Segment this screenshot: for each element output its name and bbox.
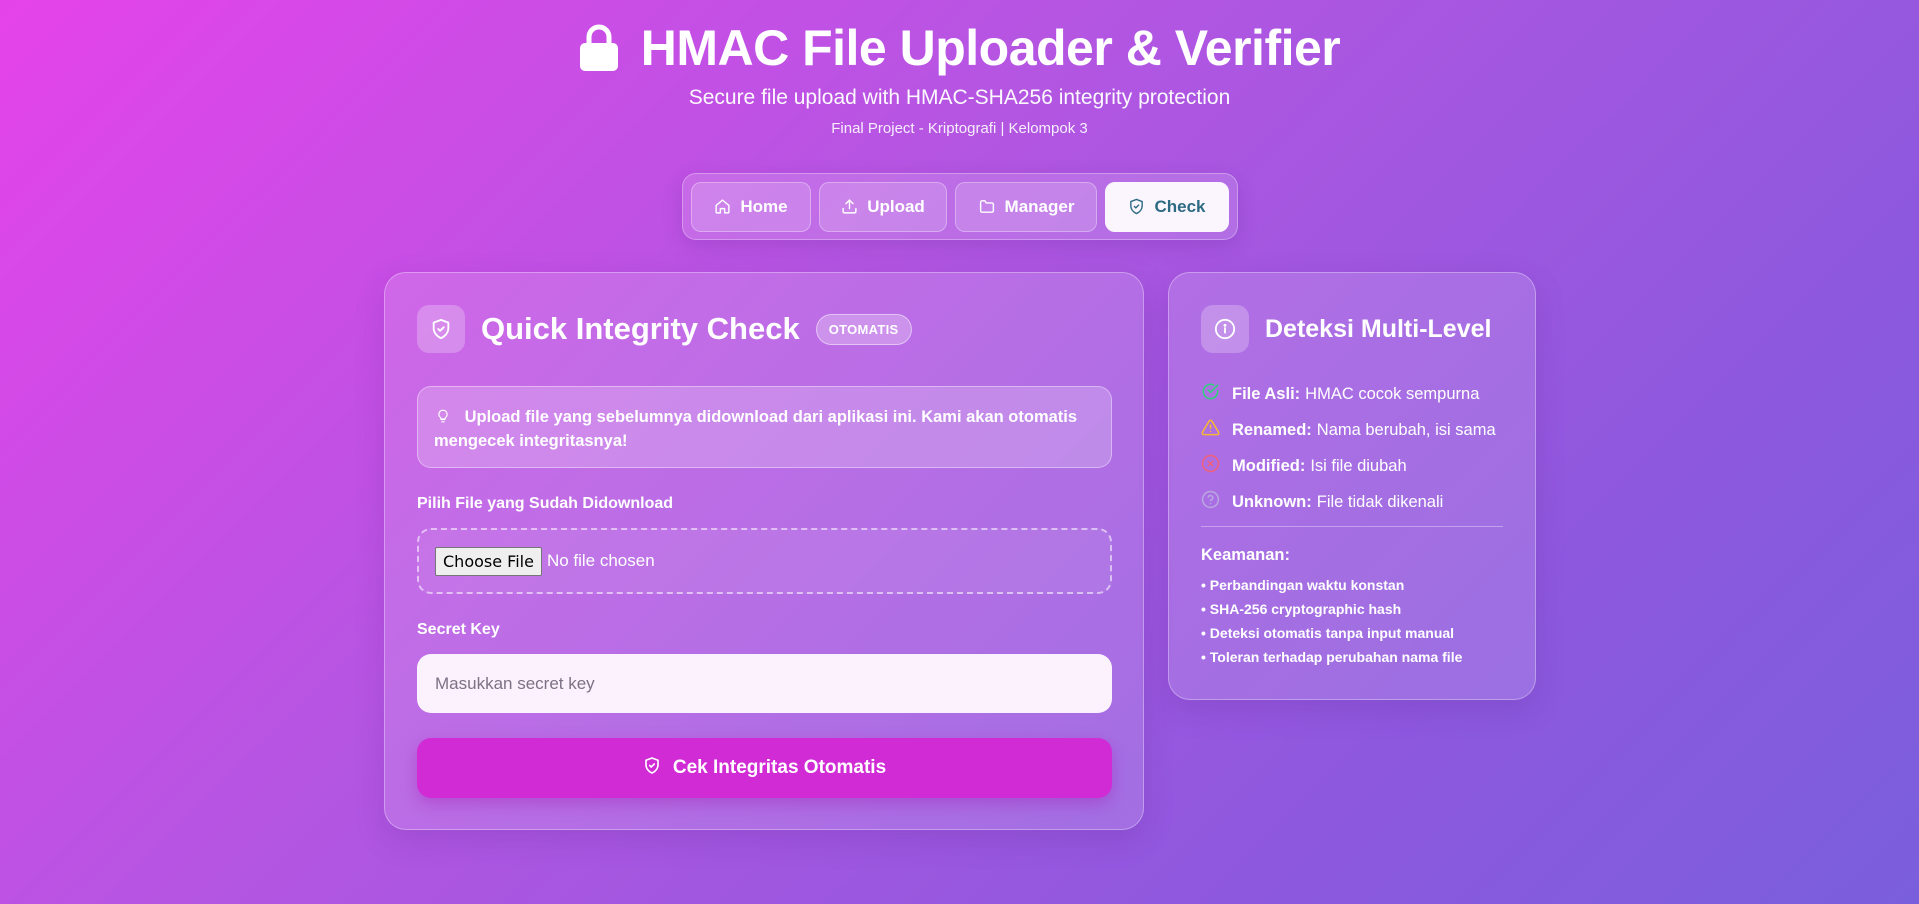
nav-manager-button[interactable]: Manager	[955, 181, 1097, 232]
nav-upload-label: Upload	[867, 196, 925, 216]
page-title: HMAC File Uploader & Verifier	[640, 20, 1341, 76]
submit-label: Cek Integritas Otomatis	[672, 757, 887, 778]
detection-label: Unknown:	[1232, 492, 1312, 511]
auto-badge: OTOMATIS	[815, 313, 912, 345]
security-list: • Perbandingan waktu konstan • SHA-256 c…	[1201, 573, 1462, 669]
title-row: HMAC File Uploader & Verifier	[0, 20, 1919, 76]
choose-file-button[interactable]: Choose File	[435, 546, 542, 576]
detection-text: Isi file diubah	[1310, 456, 1407, 475]
folder-icon	[978, 198, 996, 215]
detection-original: File Asli: HMAC cocok sempurna	[1201, 376, 1521, 412]
card-header: Quick Integrity Check OTOMATIS	[417, 305, 912, 353]
detection-label: Renamed:	[1232, 420, 1312, 439]
secret-key-label: Secret Key	[417, 621, 500, 638]
security-item: • Toleran terhadap perubahan nama file	[1201, 649, 1463, 665]
shield-check-icon	[1128, 198, 1145, 215]
nav-home-label: Home	[740, 196, 788, 216]
nav-manager-label: Manager	[1004, 196, 1075, 216]
check-integrity-button[interactable]: Cek Integritas Otomatis	[417, 738, 1112, 798]
detection-info-card: Deteksi Multi-Level File Asli: HMAC coco…	[1168, 272, 1536, 700]
check-circle-icon	[1201, 382, 1232, 406]
detection-label: Modified:	[1232, 456, 1306, 475]
security-item: • SHA-256 cryptographic hash	[1201, 601, 1402, 617]
question-circle-icon	[1201, 490, 1232, 514]
nav-check-label: Check	[1154, 196, 1206, 216]
detection-renamed: Renamed: Nama berubah, isi sama	[1201, 412, 1521, 448]
side-card-title: Deteksi Multi-Level	[1265, 314, 1492, 343]
security-title: Keamanan:	[1201, 546, 1290, 564]
secret-key-input[interactable]	[417, 654, 1112, 713]
shield-icon	[417, 305, 465, 353]
file-status: No file chosen	[546, 551, 655, 570]
detection-text: HMAC cocok sempurna	[1305, 384, 1480, 403]
x-circle-icon	[1201, 454, 1232, 478]
detection-modified: Modified: Isi file diubah	[1201, 448, 1521, 484]
main-nav: Home Upload Manager Check	[682, 173, 1238, 240]
detection-unknown: Unknown: File tidak dikenali	[1201, 484, 1521, 520]
project-meta: Final Project - Kriptografi | Kelompok 3	[831, 120, 1088, 137]
page-subtitle: Secure file upload with HMAC-SHA256 inte…	[688, 86, 1231, 109]
security-item: • Deteksi otomatis tanpa input manual	[1201, 625, 1455, 641]
lock-icon	[579, 24, 619, 72]
info-message: Upload file yang sebelumnya didownload d…	[417, 386, 1112, 468]
detection-label: File Asli:	[1232, 384, 1301, 403]
nav-check-button[interactable]: Check	[1105, 181, 1229, 232]
lightbulb-icon	[434, 408, 465, 426]
detection-text: File tidak dikenali	[1316, 492, 1444, 511]
nav-home-button[interactable]: Home	[691, 181, 811, 232]
file-drop-zone[interactable]: Choose File No file chosen	[417, 528, 1112, 594]
divider	[1201, 526, 1503, 527]
card-title: Quick Integrity Check	[481, 311, 800, 346]
home-icon	[714, 198, 731, 215]
integrity-check-card: Quick Integrity Check OTOMATIS Upload fi…	[384, 272, 1144, 830]
detection-text: Nama berubah, isi sama	[1316, 420, 1496, 439]
upload-icon	[841, 198, 858, 215]
file-field-label: Pilih File yang Sudah Didownload	[417, 495, 674, 512]
nav-upload-button[interactable]: Upload	[819, 181, 947, 232]
detection-list: File Asli: HMAC cocok sempurna Renamed: …	[1201, 376, 1521, 520]
security-item: • Perbandingan waktu konstan	[1201, 577, 1405, 593]
side-card-header: Deteksi Multi-Level	[1201, 305, 1491, 353]
shield-check-icon	[643, 756, 661, 781]
app-header: HMAC File Uploader & Verifier Secure fil…	[0, 0, 1919, 137]
info-text: Upload file yang sebelumnya didownload d…	[434, 408, 1078, 450]
warning-icon	[1201, 418, 1232, 442]
info-icon	[1201, 305, 1249, 353]
